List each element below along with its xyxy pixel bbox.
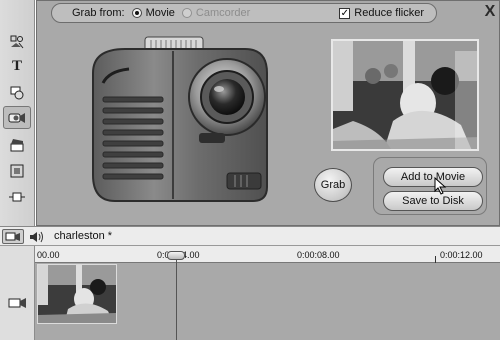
disc-menu-icon[interactable] <box>3 159 31 182</box>
project-name: charleston * <box>54 230 113 242</box>
source-camcorder-label: Camcorder <box>195 7 251 19</box>
playhead-scrubber[interactable] <box>167 251 185 260</box>
timeline-toolbar: charleston * <box>0 226 500 246</box>
playhead-line <box>176 254 177 340</box>
reduce-flicker-checkbox[interactable]: ✓ <box>339 7 351 19</box>
camera-illustration <box>92 36 268 202</box>
video-track-icon <box>5 232 20 241</box>
grab-from-label: Grab from: <box>72 7 125 19</box>
timeline-ruler[interactable]: 00.00 0:00:04.00 0:00:08.00 0:00:12.00 <box>35 246 500 263</box>
source-movie-label: Movie <box>145 7 175 19</box>
capture-preview-image <box>331 39 479 151</box>
ruler-tick-mark <box>435 256 436 263</box>
ruler-tick-label: 0:00:08.00 <box>297 250 340 260</box>
reduce-flicker-label: Reduce flicker <box>354 7 424 19</box>
add-to-movie-button[interactable]: Add to Movie <box>383 167 483 187</box>
ruler-tick-label: 00.00 <box>37 250 60 260</box>
audio-view-button[interactable] <box>26 229 48 244</box>
transition-icon[interactable] <box>3 80 31 103</box>
output-icon[interactable] <box>3 185 31 208</box>
title-text-icon[interactable]: T <box>3 55 31 78</box>
grab-button[interactable]: Grab <box>314 168 352 202</box>
timeline-view-button[interactable] <box>2 229 24 244</box>
video-capture-panel: Grab from: Movie Camcorder ✓ Reduce flic… <box>36 0 500 226</box>
tool-strip: T <box>0 0 35 226</box>
ruler-tick-label: 0:00:12.00 <box>440 250 483 260</box>
close-button[interactable]: X <box>482 3 498 21</box>
video-track-header-icon <box>8 296 28 315</box>
mouse-cursor-icon <box>434 177 447 195</box>
video-clip-thumbnail[interactable] <box>37 264 117 324</box>
video-track[interactable] <box>35 263 500 340</box>
source-movie-radio[interactable] <box>131 8 142 18</box>
capture-source-bar: Grab from: Movie Camcorder ✓ Reduce flic… <box>51 3 437 23</box>
video-capture-icon[interactable] <box>3 106 31 129</box>
video-editor-window: T Grab from: Movie Camcorder ✓ Reduce fl… <box>0 0 500 340</box>
timeline-track-headers <box>0 246 35 340</box>
speaker-icon <box>30 231 43 242</box>
source-camcorder-radio[interactable] <box>181 8 192 18</box>
save-to-disk-button[interactable]: Save to Disk <box>383 191 483 211</box>
clapper-icon[interactable] <box>3 133 31 156</box>
media-library-icon[interactable] <box>3 30 31 53</box>
